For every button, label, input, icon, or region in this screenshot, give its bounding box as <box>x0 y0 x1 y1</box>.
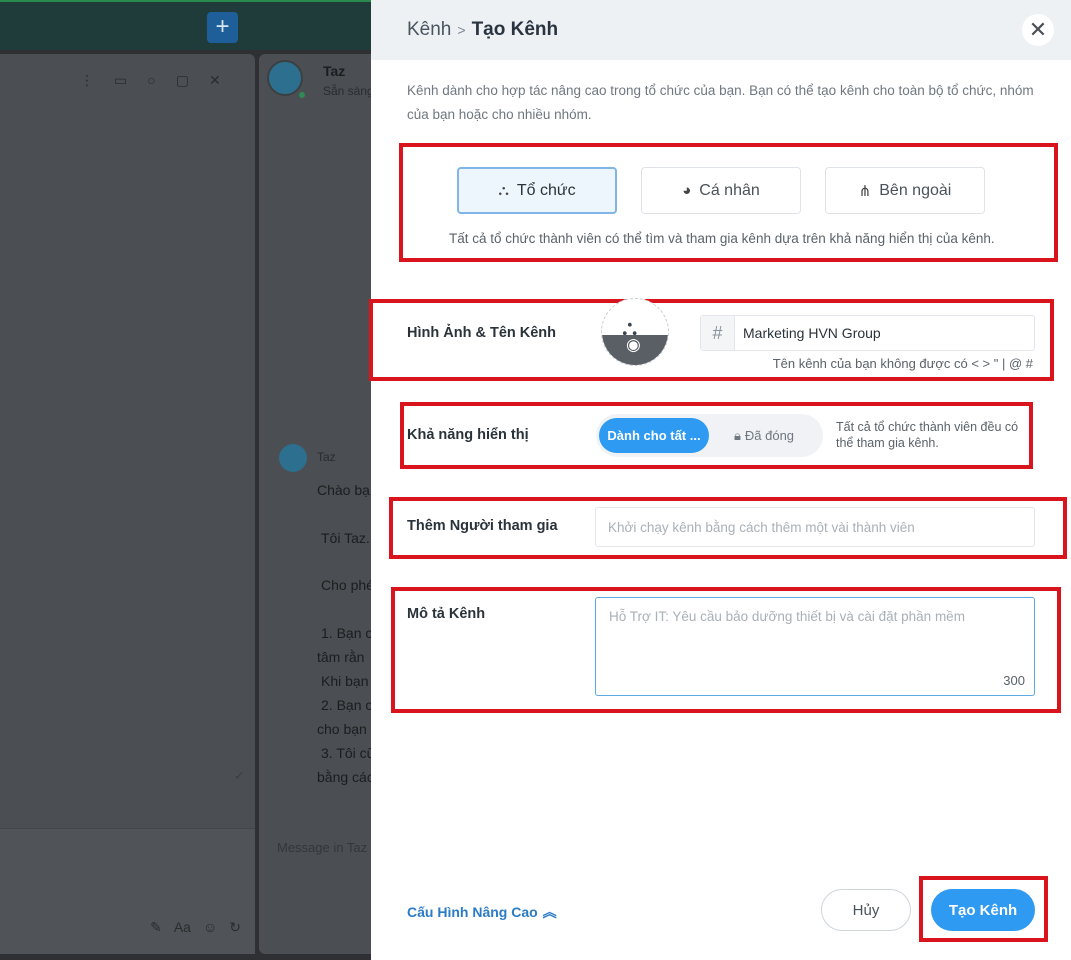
create-channel-button[interactable]: Tạo Kênh <box>931 889 1035 931</box>
breadcrumb-parent[interactable]: Kênh <box>407 19 451 41</box>
left-message-box: ✎ Aa ☺ ↻ <box>0 828 255 954</box>
mute-icon[interactable]: ✎ <box>150 919 162 936</box>
personal-icon: ◕ <box>682 182 692 199</box>
format-icon[interactable]: Aa <box>174 919 191 936</box>
image-name-label: Hình Ảnh & Tên Kênh <box>407 325 557 341</box>
advanced-settings-label: Cấu Hình Nâng Cao <box>407 904 538 920</box>
create-channel-dialog: Kênh > Tạo Kênh ✕ Kênh dành cho hợp tác … <box>369 0 1071 960</box>
message-sender: Taz <box>317 450 336 464</box>
breadcrumb-separator: > <box>457 22 466 38</box>
channel-type-description: Tất cả tổ chức thành viên có thể tìm và … <box>449 231 995 246</box>
channel-type-personal[interactable]: ◕ Cá nhân <box>641 167 801 214</box>
visibility-open-option[interactable]: Dành cho tất ... <box>599 418 709 453</box>
chat-icon[interactable]: ▢ <box>176 72 189 89</box>
message-avatar <box>279 444 307 472</box>
dialog-header: Kênh > Tạo Kênh ✕ <box>371 0 1071 60</box>
description-label: Mô tả Kênh <box>407 606 486 622</box>
channel-photo-upload[interactable]: ⛬ ◉ <box>601 298 669 366</box>
visibility-toggle: Dành cho tất ... 🔒︎ Đã đóng <box>596 414 823 457</box>
members-label: Thêm Người tham gia <box>407 518 558 534</box>
description-placeholder: Hỗ Trợ IT: Yêu cầu bảo dưỡng thiết bị và… <box>609 609 965 624</box>
close-icon[interactable]: ✕ <box>209 72 221 89</box>
channel-type-label: Bên ngoài <box>879 181 952 199</box>
message-line: Chào bạ <box>317 482 370 498</box>
share-icon: ⋔ <box>858 182 872 200</box>
contact-status: Sẵn sàng <box>323 84 371 98</box>
background-chat-panel: Taz Sẵn sàng Taz Chào bạ Tôi Taz. Cho ph… <box>259 54 371 954</box>
message-line: Tôi Taz. <box>321 530 370 546</box>
channel-type-external[interactable]: ⋔ Bên ngoài <box>825 167 985 214</box>
channel-type-label: Tổ chức <box>516 181 576 199</box>
message-line: bằng các <box>317 769 371 785</box>
visibility-closed-option[interactable]: 🔒︎ Đã đóng <box>709 418 819 453</box>
channel-type-organization[interactable]: ⛬ Tổ chức <box>457 167 617 214</box>
message-line: cho bạn <box>317 721 367 737</box>
close-button[interactable]: ✕ <box>1022 14 1054 46</box>
visibility-label: Khả năng hiển thị <box>407 427 529 443</box>
channel-type-label: Cá nhân <box>699 181 760 199</box>
description-counter: 300 <box>1003 673 1025 688</box>
visibility-description: Tất cả tổ chức thành viên đều có thể tha… <box>836 420 1019 450</box>
background-app: + ⋮ ▭ ○ ▢ ✕ ✓ ✎ Aa ☺ ↻ Taz Sẵn sàng Taz … <box>0 0 371 960</box>
refresh-icon[interactable]: ↻ <box>229 919 241 936</box>
hash-icon: # <box>701 316 735 350</box>
message-line: Cho phé <box>321 577 371 593</box>
video-icon[interactable]: ▭ <box>114 72 127 89</box>
channel-name-hint: Tên kênh của bạn không được có < > " | @… <box>772 356 1033 371</box>
message-input[interactable]: Message in Taz <box>277 840 367 855</box>
advanced-settings-link[interactable]: Cấu Hình Nâng Cao ︽ <box>407 902 557 922</box>
background-topbar: + <box>0 0 371 50</box>
dialog-title: Tạo Kênh <box>471 19 559 40</box>
left-composer-icons: ✎ Aa ☺ ↻ <box>150 919 241 936</box>
camera-icon: ◉ <box>626 335 641 354</box>
message-line: Khi bạn <box>321 673 369 689</box>
cancel-button[interactable]: Hủy <box>821 889 911 931</box>
emoji-icon[interactable]: ☺ <box>203 919 217 936</box>
check-icon: ✓ <box>234 768 245 783</box>
members-input[interactable]: Khởi chạy kênh bằng cách thêm một vài th… <box>595 507 1035 547</box>
channel-type-selector: ⛬ Tổ chức ◕ Cá nhân ⋔ Bên ngoài <box>457 167 985 214</box>
message-line: tâm rằn <box>317 649 365 665</box>
org-chart-icon: ⛬ <box>498 182 509 199</box>
left-toolbar: ⋮ ▭ ○ ▢ ✕ <box>80 72 221 89</box>
add-button[interactable]: + <box>207 12 238 43</box>
message-line: 3. Tôi cũ <box>321 745 371 761</box>
contact-name: Taz <box>323 63 346 79</box>
close-icon: ✕ <box>1028 17 1048 42</box>
message-line: 1. Bạn c <box>321 625 371 641</box>
lock-icon: 🔒︎ <box>733 427 741 443</box>
channel-name-input[interactable]: Marketing HVN Group <box>735 325 881 341</box>
background-left-panel: ⋮ ▭ ○ ▢ ✕ ✓ ✎ Aa ☺ ↻ <box>0 54 255 954</box>
visibility-closed-label: Đã đóng <box>744 428 795 443</box>
intro-text: Kênh dành cho hợp tác nâng cao trong tổ … <box>407 83 1034 122</box>
chevron-up-icon: ︽ <box>542 904 557 920</box>
description-textarea[interactable]: Hỗ Trợ IT: Yêu cầu bảo dưỡng thiết bị và… <box>595 597 1035 696</box>
search-icon[interactable]: ○ <box>147 72 155 89</box>
message-line: 2. Bạn c <box>321 697 371 713</box>
more-icon[interactable]: ⋮ <box>80 72 94 89</box>
online-indicator <box>297 90 307 100</box>
channel-name-field[interactable]: # Marketing HVN Group <box>700 315 1035 351</box>
